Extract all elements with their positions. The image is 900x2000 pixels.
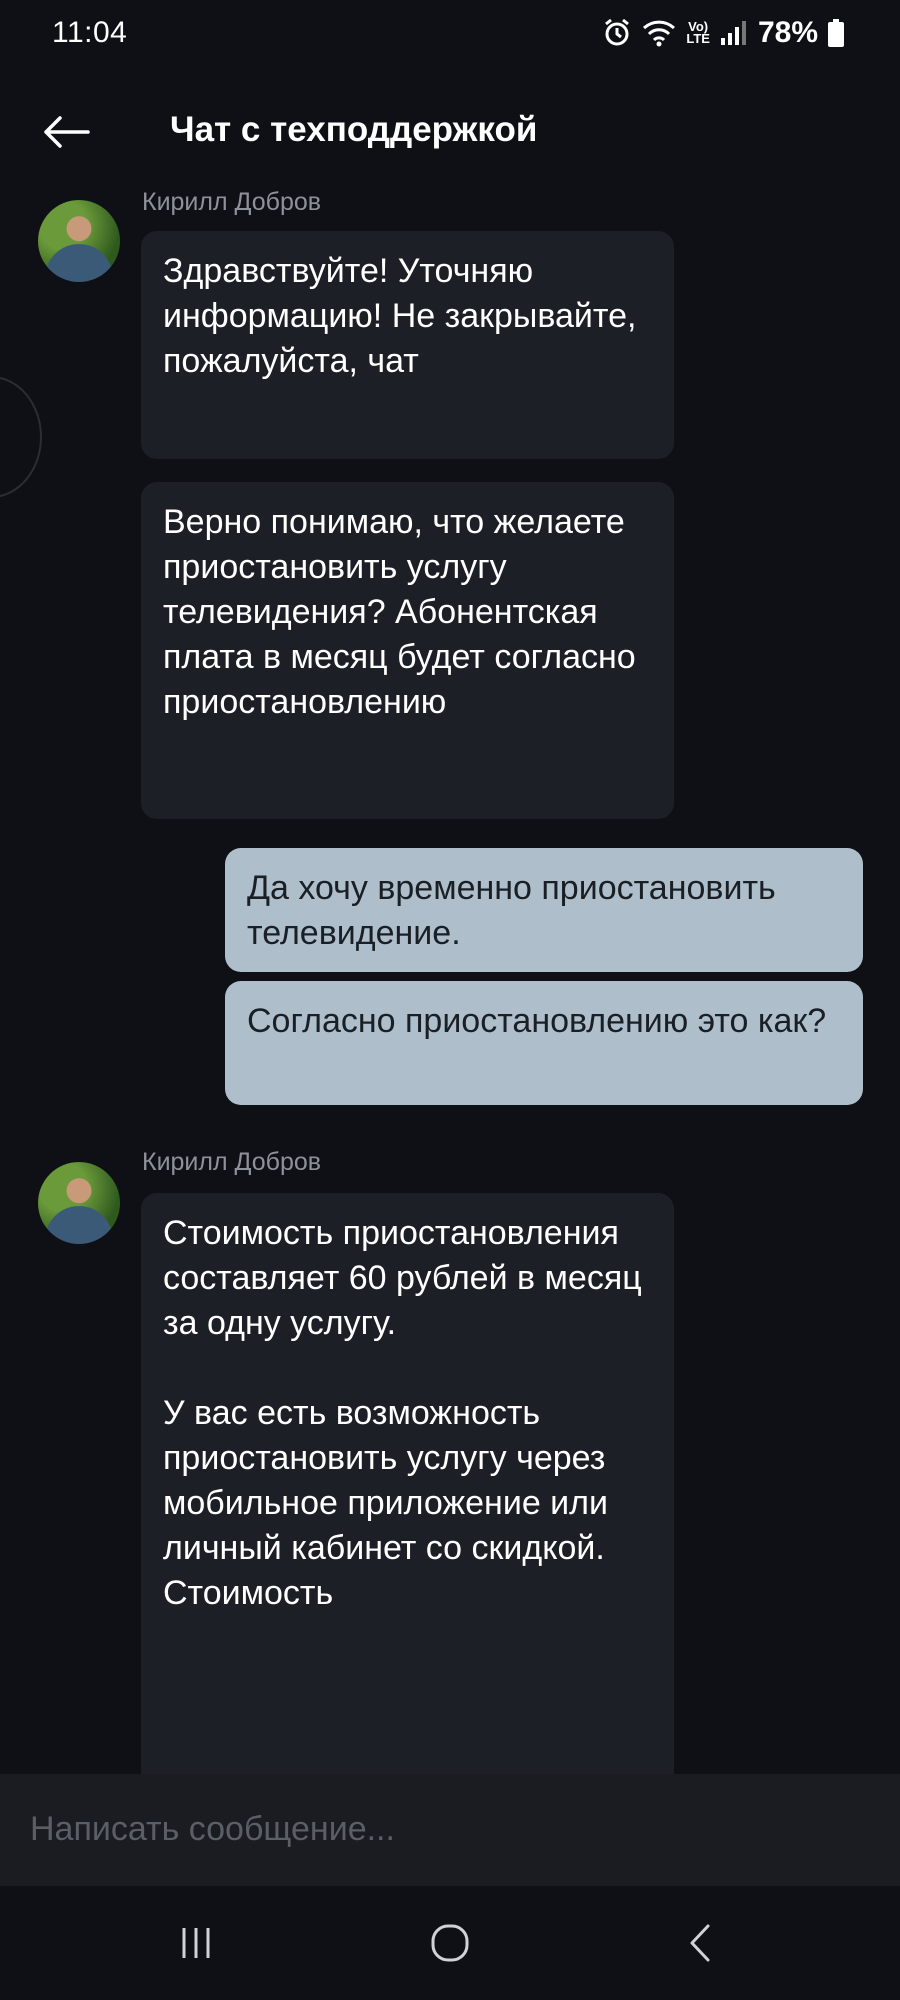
wifi-icon <box>642 19 676 47</box>
battery-icon <box>828 19 844 47</box>
back-button[interactable] <box>38 104 94 160</box>
message-bubble[interactable]: Здравствуйте! Уточняю информацию! Не зак… <box>141 231 674 459</box>
status-icons: Vo) LTE 78% <box>602 16 844 50</box>
sender-name: Кирилл Добров <box>142 188 322 216</box>
scroll-indicator <box>0 376 42 498</box>
message-bubble-own[interactable]: Согласно приостановлению это как? <box>225 981 863 1105</box>
status-bar: 11:04 Vo) LTE 78% <box>0 0 900 66</box>
chat-messages[interactable]: Кирилл Добров Здравствуйте! Уточняю инфо… <box>0 176 900 1774</box>
recents-icon <box>182 1928 210 1958</box>
avatar[interactable] <box>38 200 120 282</box>
arrow-left-icon <box>44 116 90 148</box>
battery-percent: 78% <box>757 16 818 49</box>
message-bubble[interactable]: Верно понимаю, что желаете приостановить… <box>141 482 674 819</box>
status-time: 11:04 <box>52 16 128 49</box>
chat-header: Чат с техподдержкой <box>0 90 900 176</box>
sender-name: Кирилл Добров <box>142 1148 322 1176</box>
home-icon <box>431 1924 469 1962</box>
nav-back-button[interactable] <box>670 1918 730 1968</box>
recent-apps-button[interactable] <box>166 1918 226 1968</box>
alarm-icon <box>602 18 632 48</box>
message-bubble-own[interactable]: Да хочу временно приостановить телевиден… <box>225 848 863 972</box>
lte-indicator: Vo) LTE <box>686 19 710 46</box>
message-input[interactable] <box>28 1798 872 1860</box>
home-button[interactable] <box>420 1918 480 1968</box>
page-title: Чат с техподдержкой <box>170 110 538 149</box>
system-nav-bar <box>0 1886 900 2000</box>
chevron-left-icon <box>690 1924 710 1962</box>
message-bubble[interactable]: Стоимость приостановления составляет 60 … <box>141 1193 674 1774</box>
message-composer <box>0 1774 900 1886</box>
signal-icon <box>720 20 748 46</box>
avatar[interactable] <box>38 1162 120 1244</box>
